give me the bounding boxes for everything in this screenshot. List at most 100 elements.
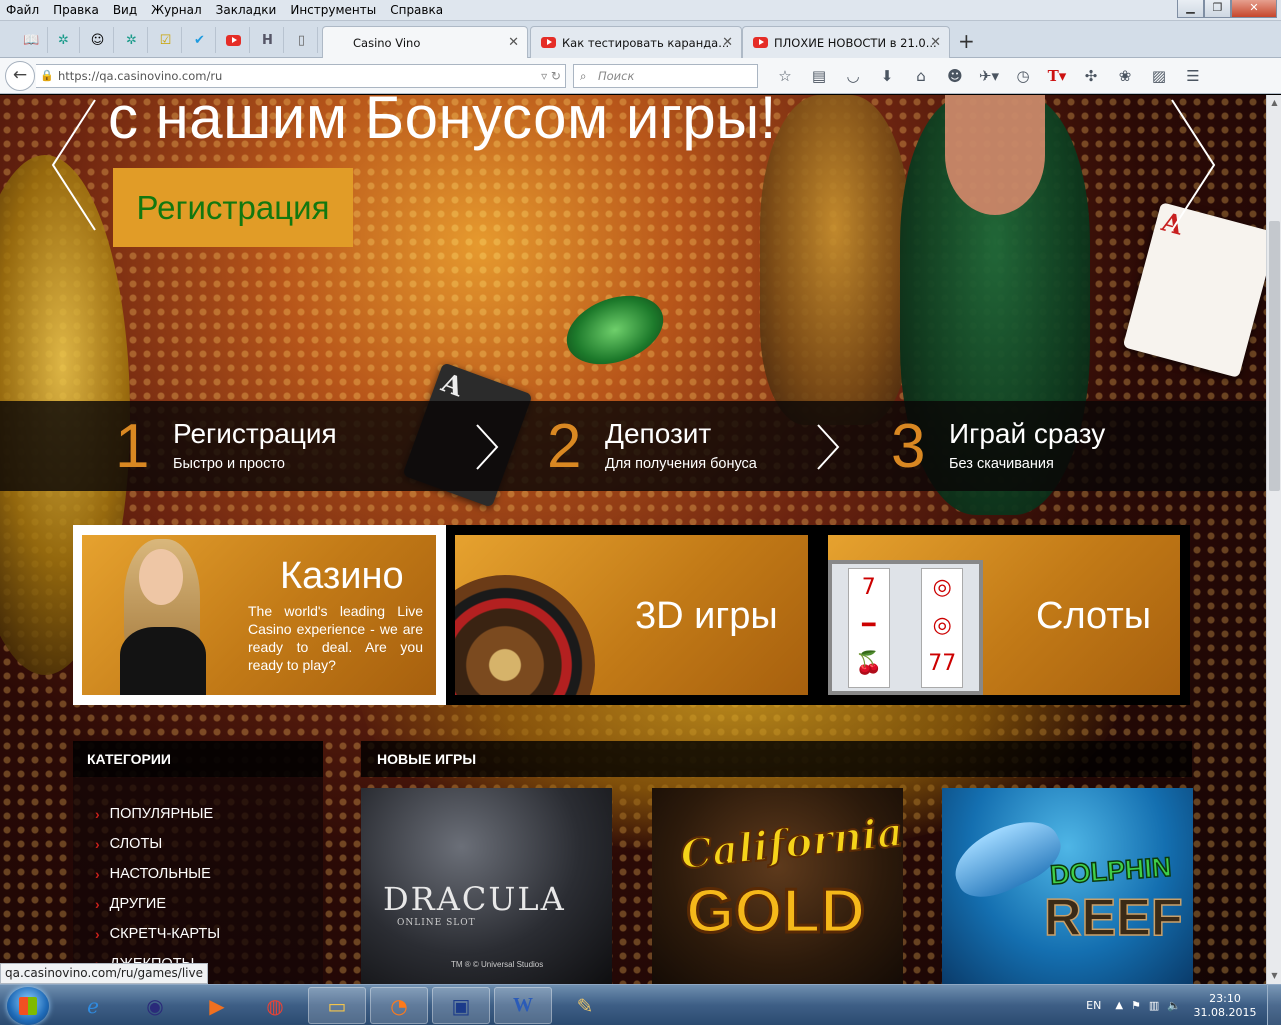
slots-box[interactable]: 7 ━ 🍒 ◎ ◎ 77 Слоты (818, 525, 1190, 705)
screenshot-icon[interactable]: ▨ (1142, 67, 1176, 85)
pinned-tab-h-icon[interactable]: H (252, 27, 284, 53)
show-desktop-button[interactable] (1267, 985, 1281, 1025)
slider-next-icon[interactable] (1162, 95, 1222, 240)
tab-casino-vino[interactable]: Casino Vino ✕ (322, 26, 528, 58)
slots-title: Слоты (1036, 595, 1152, 637)
category-table[interactable]: › НАСТОЛЬНЫЕ (95, 859, 220, 889)
status-link-preview: qa.casinovino.com/ru/games/live (0, 963, 208, 984)
chevron-right-icon (476, 424, 499, 470)
category-label: СЛОТЫ (109, 836, 163, 852)
pinned-tab-avatar-icon[interactable]: ☺ (82, 27, 114, 53)
bookmark-star-icon[interactable]: ☆ (768, 67, 802, 85)
back-button[interactable]: ← (5, 61, 35, 91)
game-thumb-dracula[interactable]: DRACULA ONLINE SLOT TM ® © Universal Stu… (361, 788, 612, 984)
page-scrollbar[interactable]: ▲ ▼ (1266, 95, 1281, 984)
clock-icon[interactable]: ◷ (1006, 67, 1040, 85)
search-icon: ⌕ (580, 69, 587, 83)
navigation-bar: ← 🔒 https://qa.casinovino.com/ru ▿ ↻ ⌕ П… (0, 58, 1281, 94)
category-label: ДРУГИЕ (109, 896, 167, 912)
volume-icon[interactable]: 🔈 (1167, 999, 1181, 1012)
language-indicator[interactable]: EN (1086, 999, 1101, 1012)
chrome-icon[interactable]: ◍ (246, 987, 304, 1024)
address-bar[interactable]: 🔒 https://qa.casinovino.com/ru ▿ ↻ (36, 64, 566, 88)
maximize-button[interactable]: ❐ (1204, 0, 1231, 18)
category-label: НАСТОЛЬНЫЕ (109, 866, 211, 882)
3d-games-box-inner: 3D игры (455, 535, 808, 695)
lock-icon[interactable]: 🔒 (40, 65, 54, 87)
tray-expand-icon[interactable]: ▲ (1115, 1000, 1123, 1011)
start-button[interactable] (7, 987, 49, 1025)
close-tab-icon[interactable]: ✕ (722, 35, 733, 50)
category-slots[interactable]: › СЛОТЫ (95, 829, 220, 859)
close-tab-icon[interactable]: ✕ (508, 35, 519, 50)
eclipse-icon[interactable]: ◉ (126, 987, 184, 1024)
internet-explorer-icon[interactable]: ℯ (64, 987, 122, 1024)
menu-bookmarks[interactable]: Закладки (210, 3, 285, 17)
clock[interactable]: 23:10 31.08.2015 (1189, 992, 1261, 1020)
pinned-tab-puzzle2-icon[interactable]: ✲ (116, 27, 148, 53)
save-disk-icon[interactable]: ▣ (432, 987, 490, 1024)
download-icon[interactable]: ⬇ (870, 67, 904, 85)
word-icon[interactable]: W (494, 987, 552, 1024)
casino-box[interactable]: Казино The world's leading Live Casino e… (73, 525, 446, 705)
slider-prev-icon[interactable] (45, 95, 105, 240)
media-player-icon[interactable]: ▶ (188, 987, 246, 1024)
tab-label: Как тестировать каранда... (562, 35, 730, 50)
menu-icon[interactable]: ☰ (1176, 67, 1210, 85)
pocket-icon[interactable]: ◡ (836, 67, 870, 85)
paw-icon[interactable]: ❀ (1108, 67, 1142, 85)
game-thumb-dolphin-reef[interactable]: DOLPHIN REEF (942, 788, 1193, 984)
category-scratch[interactable]: › СКРЕТЧ-КАРТЫ (95, 919, 220, 949)
3d-games-title: игры (694, 595, 778, 637)
roulette-wheel-image (455, 575, 595, 695)
network-icon[interactable]: ▥ (1149, 999, 1159, 1012)
firefox-icon[interactable]: ◔ (370, 987, 428, 1024)
menu-tools[interactable]: Инструменты (284, 3, 384, 17)
reload-icon[interactable]: ▿ ↻ (541, 65, 561, 87)
flag-icon[interactable]: ⚑ (1131, 999, 1141, 1012)
menu-edit[interactable]: Правка (47, 3, 107, 17)
menu-view[interactable]: Вид (107, 3, 145, 17)
category-label: ПОПУЛЯРНЫЕ (109, 806, 214, 822)
category-other[interactable]: › ДРУГИЕ (95, 889, 220, 919)
scroll-up-icon[interactable]: ▲ (1267, 95, 1281, 111)
extension-fly-icon[interactable]: ✈▾ (972, 67, 1006, 85)
close-window-button[interactable]: ✕ (1231, 0, 1277, 18)
tab-youtube-2[interactable]: ПЛОХИЕ НОВОСТИ в 21.0... ✕ (742, 26, 950, 58)
casino-box-inner: Казино The world's leading Live Casino e… (82, 535, 436, 695)
home-icon[interactable]: ⌂ (904, 67, 938, 85)
explorer-folder-icon[interactable]: ▭ (308, 987, 366, 1024)
pinned-tab-book-icon[interactable]: 📖 (16, 27, 48, 53)
pinned-tab-check-icon[interactable]: ✔ (184, 27, 216, 53)
register-button[interactable]: Регистрация (113, 168, 353, 247)
3d-games-box[interactable]: 3D игры (446, 525, 818, 705)
tab-youtube-1[interactable]: Как тестировать каранда... ✕ (530, 26, 742, 58)
close-tab-icon[interactable]: ✕ (930, 35, 941, 50)
pinned-tab-puzzle-icon[interactable]: ✲ (48, 27, 80, 53)
california-logo: California (677, 807, 903, 879)
translate-icon[interactable]: T▾ (1040, 67, 1074, 85)
paint-icon[interactable]: ✎ (556, 987, 614, 1024)
chevron-right-icon: › (95, 836, 100, 852)
chevron-right-icon: › (95, 926, 100, 942)
scroll-down-icon[interactable]: ▼ (1267, 968, 1281, 984)
category-popular[interactable]: › ПОПУЛЯРНЫЕ (95, 799, 220, 829)
reading-list-icon[interactable]: ▤ (802, 67, 836, 85)
menu-help[interactable]: Справка (384, 3, 451, 17)
search-placeholder: Поиск (598, 69, 635, 83)
pinned-tab-youtube-icon[interactable] (218, 27, 250, 53)
new-tab-button[interactable]: + (958, 29, 975, 53)
3d-label: 3D (635, 595, 684, 637)
pinned-tab-checkbox-icon[interactable]: ☑ (150, 27, 182, 53)
chevron-right-icon: › (95, 866, 100, 882)
menu-history[interactable]: Журнал (145, 3, 210, 17)
game-thumb-california-gold[interactable]: California GOLD (652, 788, 903, 984)
scrollbar-thumb[interactable] (1269, 221, 1280, 491)
pinned-tab-page-icon[interactable]: ▯ (286, 27, 318, 53)
menu-file[interactable]: Файл (0, 3, 47, 17)
page-content: A A с нашим Бонусом игры! Регистрация 1 … (0, 95, 1266, 984)
minimize-button[interactable]: ▁ (1177, 0, 1204, 18)
extension-icon[interactable]: ✣ (1074, 67, 1108, 85)
search-input[interactable]: ⌕ Поиск (573, 64, 758, 88)
chat-icon[interactable]: ☻ (938, 67, 972, 85)
